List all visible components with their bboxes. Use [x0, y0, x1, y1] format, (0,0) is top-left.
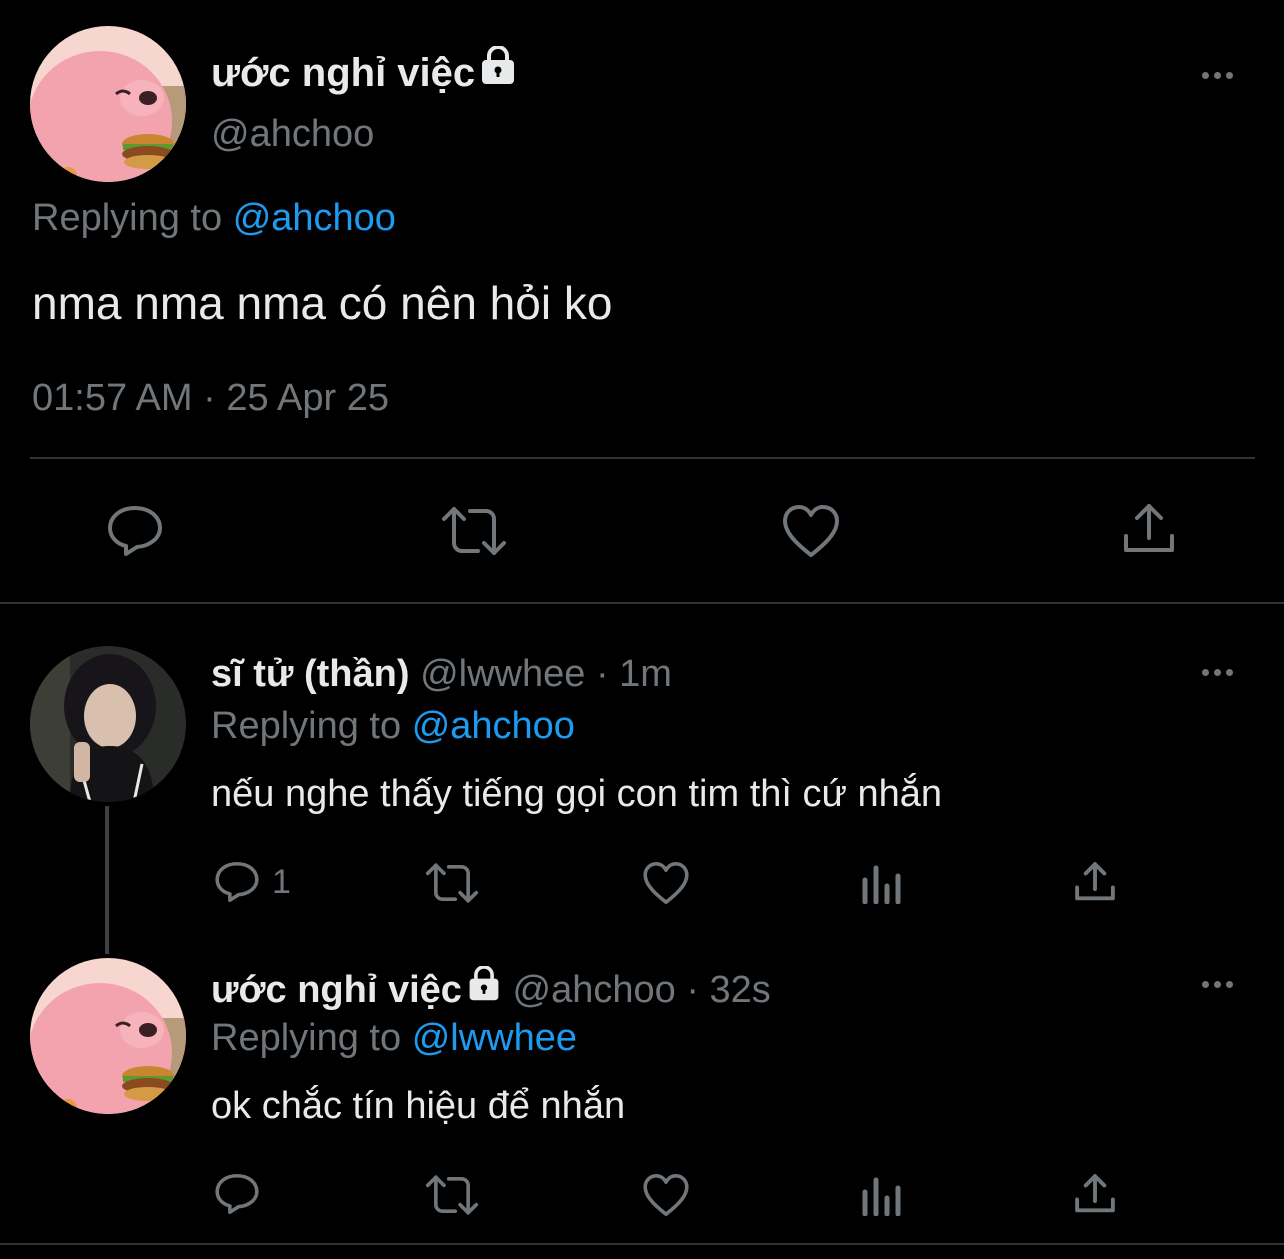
display-name[interactable]: sĩ tử (thần) — [211, 653, 410, 695]
more-options-icon[interactable] — [1202, 72, 1233, 79]
like-icon[interactable] — [642, 860, 690, 906]
tweet-timestamp[interactable]: 01:57 AM · 25 Apr 25 — [32, 376, 389, 420]
reply-icon[interactable] — [106, 504, 164, 558]
analytics-icon[interactable] — [860, 864, 902, 904]
divider — [30, 457, 1255, 459]
tweet-text: ok chắc tín hiệu để nhắn — [211, 1085, 626, 1127]
replying-to-handle-link[interactable]: @ahchoo — [412, 705, 575, 747]
replying-to: Replying to @lwwhee — [211, 1016, 577, 1060]
handle[interactable]: @ahchoo — [513, 969, 676, 1011]
lock-icon — [466, 966, 502, 1002]
section-divider — [0, 602, 1284, 604]
more-options-icon[interactable] — [1202, 981, 1233, 988]
reply-header: ước nghỉ việc @ahchoo · 32s — [211, 966, 771, 1012]
avatar[interactable] — [30, 646, 186, 802]
bottom-divider — [0, 1243, 1284, 1245]
tweet-text: nếu nghe thấy tiếng gọi con tim thì cứ n… — [211, 773, 943, 815]
avatar[interactable] — [30, 26, 186, 182]
display-name-text: ước nghỉ việc — [211, 51, 476, 95]
lock-icon — [479, 46, 517, 86]
retweet-icon[interactable] — [424, 1174, 480, 1216]
share-icon[interactable] — [1074, 1172, 1116, 1216]
thread-line — [105, 806, 109, 954]
reply-icon[interactable] — [214, 1172, 260, 1216]
handle[interactable]: @lwwhee — [420, 653, 585, 695]
loopy-avatar-image — [30, 26, 186, 182]
reply-header: sĩ tử (thần) @lwwhee · 1m — [211, 652, 672, 696]
avatar[interactable] — [30, 958, 186, 1114]
display-name[interactable]: ước nghỉ việc — [211, 46, 517, 96]
tweet-age[interactable]: 32s — [710, 969, 771, 1011]
tweet-text: nma nma nma có nên hỏi ko — [32, 277, 613, 329]
reply-icon — [215, 861, 259, 903]
replying-to-label: Replying to — [211, 1017, 402, 1059]
tweet-age[interactable]: 1m — [619, 653, 672, 695]
profile-photo-image — [30, 646, 186, 802]
replying-to-handle-link[interactable]: @ahchoo — [233, 197, 396, 239]
replying-to: Replying to @ahchoo — [32, 196, 396, 240]
replying-to: Replying to @ahchoo — [211, 704, 575, 748]
share-icon[interactable] — [1074, 860, 1116, 904]
like-icon[interactable] — [781, 503, 841, 559]
reply-button[interactable]: 1 — [214, 860, 291, 904]
separator: · — [686, 969, 699, 1011]
retweet-icon[interactable] — [424, 862, 480, 904]
retweet-icon[interactable] — [440, 505, 508, 557]
handle[interactable]: @ahchoo — [211, 112, 374, 156]
replying-to-label: Replying to — [211, 705, 402, 747]
reply-count: 1 — [272, 862, 291, 901]
like-icon[interactable] — [642, 1172, 690, 1218]
share-icon[interactable] — [1122, 502, 1176, 556]
separator: · — [595, 653, 609, 695]
replying-to-handle-link[interactable]: @lwwhee — [412, 1017, 577, 1059]
analytics-icon[interactable] — [860, 1176, 902, 1216]
replying-to-label: Replying to — [32, 197, 223, 239]
more-options-icon[interactable] — [1202, 669, 1233, 676]
display-name[interactable]: ước nghỉ việc — [211, 969, 462, 1011]
loopy-avatar-image — [30, 958, 186, 1114]
